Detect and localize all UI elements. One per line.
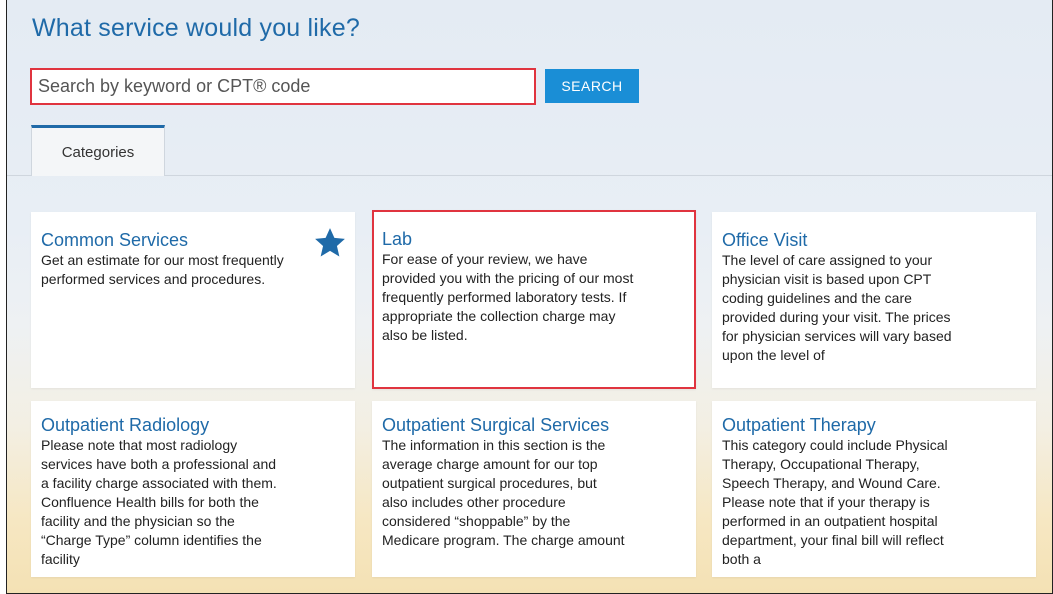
category-card-lab[interactable]: Lab For ease of your review, we have pro… <box>372 210 696 389</box>
card-description: The level of care assigned to your physi… <box>722 252 952 363</box>
search-button[interactable]: SEARCH <box>545 69 639 103</box>
card-title[interactable]: Lab <box>382 229 686 249</box>
service-page: What service would you like? SEARCH Cate… <box>6 0 1053 594</box>
card-title[interactable]: Outpatient Surgical Services <box>382 415 686 435</box>
category-card-outpatient-radiology[interactable]: Outpatient Radiology Please note that mo… <box>31 401 355 577</box>
star-icon[interactable] <box>313 226 347 260</box>
page-title: What service would you like? <box>32 14 360 42</box>
category-card-outpatient-therapy[interactable]: Outpatient Therapy This category could i… <box>712 401 1036 577</box>
category-card-office-visit[interactable]: Office Visit The level of care assigned … <box>712 212 1036 388</box>
card-description: The information in this section is the a… <box>382 437 625 548</box>
tab-label: Categories <box>61 143 135 161</box>
category-card-outpatient-surgical-services[interactable]: Outpatient Surgical Services The informa… <box>372 401 696 577</box>
card-description: This category could include Physical The… <box>722 437 948 567</box>
card-title[interactable]: Outpatient Radiology <box>41 415 345 435</box>
search-input[interactable] <box>38 70 534 103</box>
card-description: For ease of your review, we have provide… <box>382 251 634 343</box>
card-description: Please note that most radiology services… <box>41 437 277 567</box>
card-title[interactable]: Office Visit <box>722 230 1026 250</box>
card-title[interactable]: Outpatient Therapy <box>722 415 1026 435</box>
search-field[interactable] <box>30 68 536 105</box>
card-title[interactable]: Common Services <box>41 230 345 250</box>
category-card-common-services[interactable]: Common Services Get an estimate for our … <box>31 212 355 388</box>
tab-categories[interactable]: Categories <box>31 125 165 176</box>
card-description: Get an estimate for our most frequently … <box>41 252 284 287</box>
